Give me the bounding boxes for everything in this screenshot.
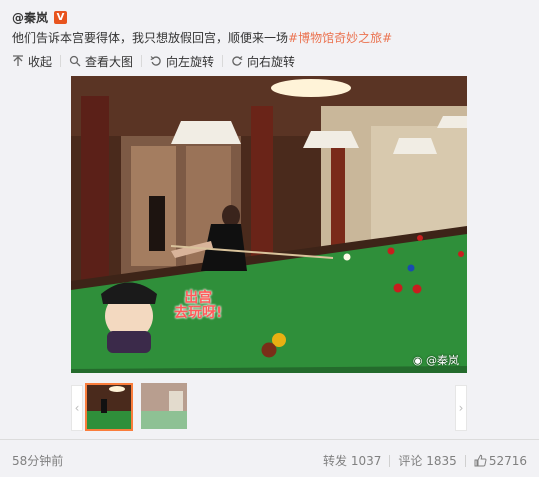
repost-count: 1037 [350,454,382,468]
repost-button[interactable]: 转发 1037 [323,452,381,469]
thumbnail-2[interactable] [141,383,187,429]
footer-divider [0,439,539,440]
like-icon [474,454,487,467]
stats-divider [389,454,391,467]
prev-image-button[interactable]: ‹ [71,385,83,431]
view-large-label: 查看大图 [85,54,134,69]
toolbar-divider [141,55,143,67]
sticker-text: 出宫 去玩呀! [174,291,222,321]
weibo-post-card: @秦岚 V 他们告诉本宫要得体，我只想放假回宫，顺便来一场#博物馆奇妙之旅# 收… [0,0,539,477]
author-row: @秦岚 V [12,8,68,26]
repost-label: 转发 [323,454,348,468]
post-stats: 转发 1037 评论 1835 52716 [323,452,527,469]
photo-watermark: ◉ @秦岚 [413,352,459,368]
comment-button[interactable]: 评论 1835 [398,452,456,469]
weibo-logo-icon: ◉ [412,354,423,367]
post-text-main: 他们告诉本宫要得体，我只想放假回宫，顺便来一场 [12,31,289,45]
next-image-button[interactable]: › [455,385,467,431]
collapse-label: 收起 [28,54,53,69]
comment-count: 1835 [426,454,457,468]
sticker-line-2: 去玩呀! [174,305,223,321]
thumbnail-strip: ‹ › [71,381,467,433]
toolbar-divider [222,55,224,67]
stats-divider [464,454,466,467]
magnify-icon [69,55,81,67]
rotate-left-button[interactable]: 向左旋转 [150,53,214,70]
rotate-left-label: 向左旋转 [166,54,215,69]
collapse-icon [13,55,23,66]
thumbnail-2-image [141,383,187,429]
thumbnail-1[interactable] [85,383,133,431]
vip-badge[interactable]: V [54,10,68,24]
watermark-text: @秦岚 [426,354,459,367]
author-name[interactable]: @秦岚 [12,9,48,26]
post-photo[interactable]: 出宫 去玩呀! ◉ @秦岚 [71,76,467,373]
comment-label: 评论 [398,454,423,468]
rotate-right-label: 向右旋转 [247,54,296,69]
collapse-button[interactable]: 收起 [12,53,52,70]
rotate-right-button[interactable]: 向右旋转 [231,53,295,70]
toolbar-divider [60,55,62,67]
like-button[interactable]: 52716 [474,454,527,468]
thumbnail-1-image [87,385,131,429]
billiards-scene [71,76,467,373]
like-count: 52716 [488,453,527,468]
rotate-left-icon [150,56,161,66]
post-text: 他们告诉本宫要得体，我只想放假回宫，顺便来一场#博物馆奇妙之旅# [12,29,392,46]
rotate-right-icon [232,56,243,66]
post-time[interactable]: 58分钟前 [12,452,63,469]
view-large-button[interactable]: 查看大图 [69,53,133,70]
sticker-line-1: 出宫 [184,290,213,306]
image-toolbar: 收起 查看大图 向左旋转 向右旋转 [12,52,295,70]
topic-tag-link[interactable]: #博物馆奇妙之旅# [288,31,392,45]
